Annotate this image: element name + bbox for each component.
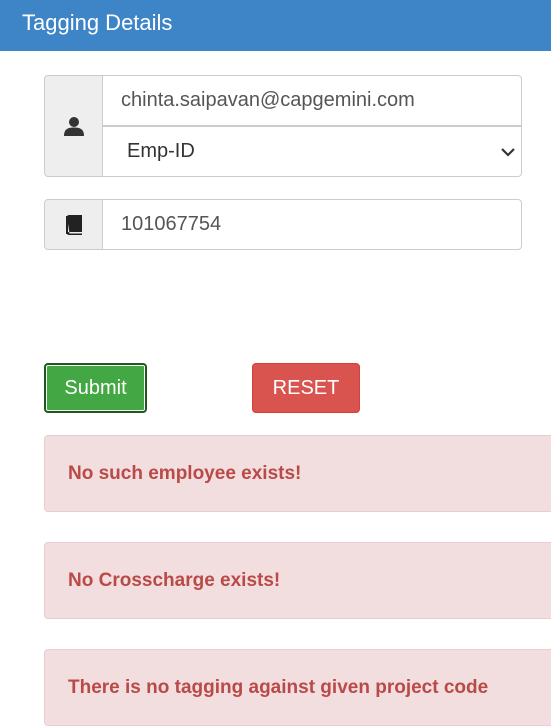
submit-button[interactable]: Submit — [44, 363, 147, 413]
email-field[interactable]: chinta.saipavan@capgemini.com — [102, 75, 522, 126]
user-addon — [44, 75, 103, 177]
alert-text: There is no tagging against given projec… — [68, 676, 489, 698]
id-type-select[interactable]: Emp-ID — [102, 126, 522, 177]
id-type-selected: Emp-ID — [127, 140, 195, 162]
alert-no-crosscharge: No Crosscharge exists! — [44, 542, 551, 619]
submit-label: Submit — [64, 376, 127, 399]
id-number-value: 101067754 — [121, 213, 222, 235]
id-number-field[interactable]: 101067754 — [102, 199, 522, 250]
book-addon — [44, 199, 103, 250]
alert-text: No Crosscharge exists! — [68, 569, 281, 591]
page-header: Tagging Details — [0, 0, 551, 51]
page-title: Tagging Details — [22, 10, 173, 35]
reset-button[interactable]: RESET — [252, 363, 360, 413]
chevron-down-icon — [501, 148, 515, 157]
email-value: chinta.saipavan@capgemini.com — [121, 89, 415, 111]
alert-text: No such employee exists! — [68, 462, 302, 484]
book-icon — [65, 214, 82, 235]
user-icon — [63, 117, 84, 136]
alert-no-employee: No such employee exists! — [44, 435, 551, 512]
alert-no-tagging: There is no tagging against given projec… — [44, 649, 551, 726]
reset-label: RESET — [272, 376, 340, 399]
